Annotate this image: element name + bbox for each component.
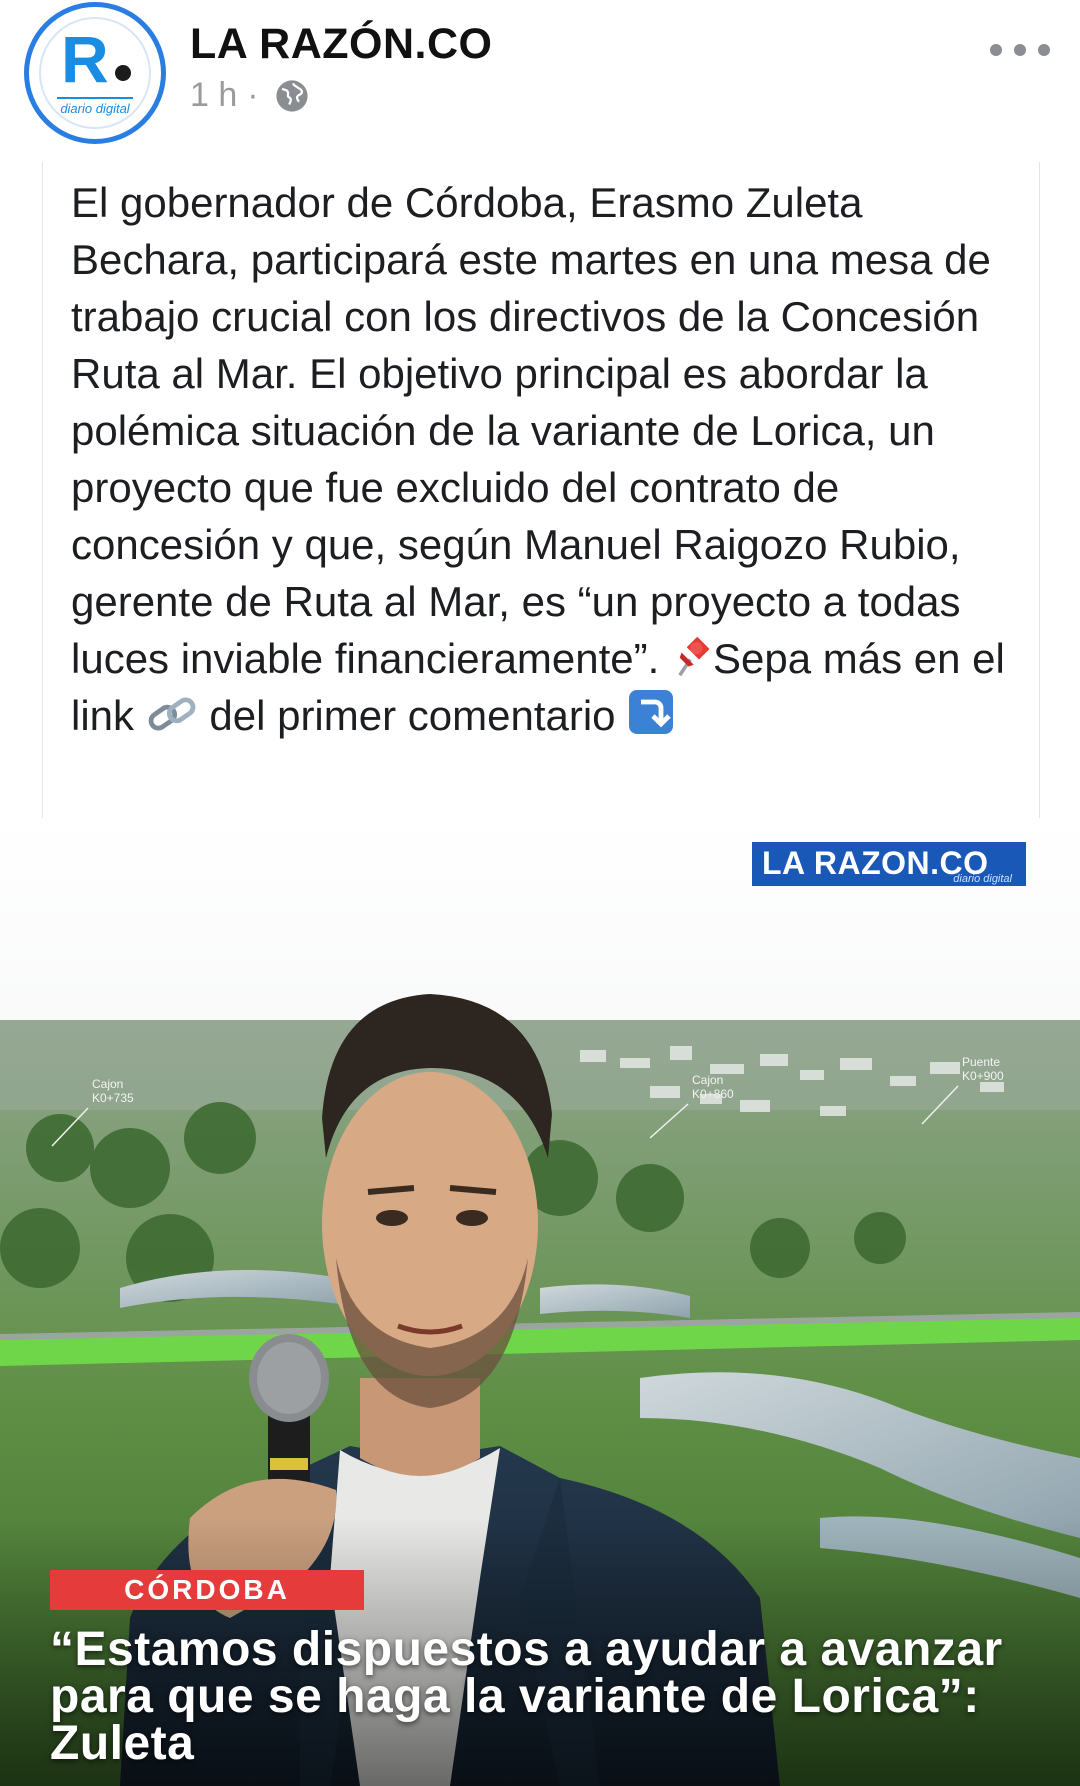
post-text-after-link: del primer comentario (197, 692, 628, 739)
map-label-3b: K0+900 (962, 1069, 1004, 1083)
category-badge: CÓRDOBA (50, 1570, 364, 1610)
post-image[interactable]: Cajon K0+735 Cajon K0+860 Puente K0+900 (0, 818, 1080, 1786)
globe-icon (276, 79, 308, 112)
link-icon (148, 697, 196, 731)
post-body: El gobernador de Córdoba, Erasmo Zuleta … (42, 162, 1040, 818)
post-header: R diario digital LA RAZÓN.CO 1 h · (0, 0, 1080, 160)
map-label-3: Puente (962, 1055, 1000, 1069)
avatar-letter: R (61, 22, 109, 96)
image-headline: “Estamos dispuestos a ayudar a avanzar p… (50, 1623, 1003, 1770)
watermark-subtitle: diario digital (953, 873, 1012, 885)
avatar-tagline: diario digital (60, 101, 130, 116)
pushpin-icon (678, 636, 710, 677)
post-text-main: El gobernador de Córdoba, Erasmo Zuleta … (71, 179, 991, 682)
map-label-2b: K0+860 (692, 1087, 734, 1101)
map-label-2: Cajon (692, 1073, 723, 1087)
map-label-1: Cajon (92, 1077, 123, 1091)
post-text: El gobernador de Córdoba, Erasmo Zuleta … (71, 174, 1021, 744)
map-label-1b: K0+735 (92, 1091, 134, 1105)
watermark-logo: LA RAZON.CO diario digital (752, 842, 1026, 886)
post-time[interactable]: 1 h (190, 76, 237, 115)
page-name-link[interactable]: LA RAZÓN.CO (190, 20, 493, 69)
arrow-down-icon (629, 690, 674, 734)
post-meta: 1 h · (190, 76, 309, 115)
meta-separator: · (247, 76, 259, 114)
page-avatar[interactable]: R diario digital (24, 2, 166, 144)
more-options-icon[interactable] (990, 30, 1050, 70)
